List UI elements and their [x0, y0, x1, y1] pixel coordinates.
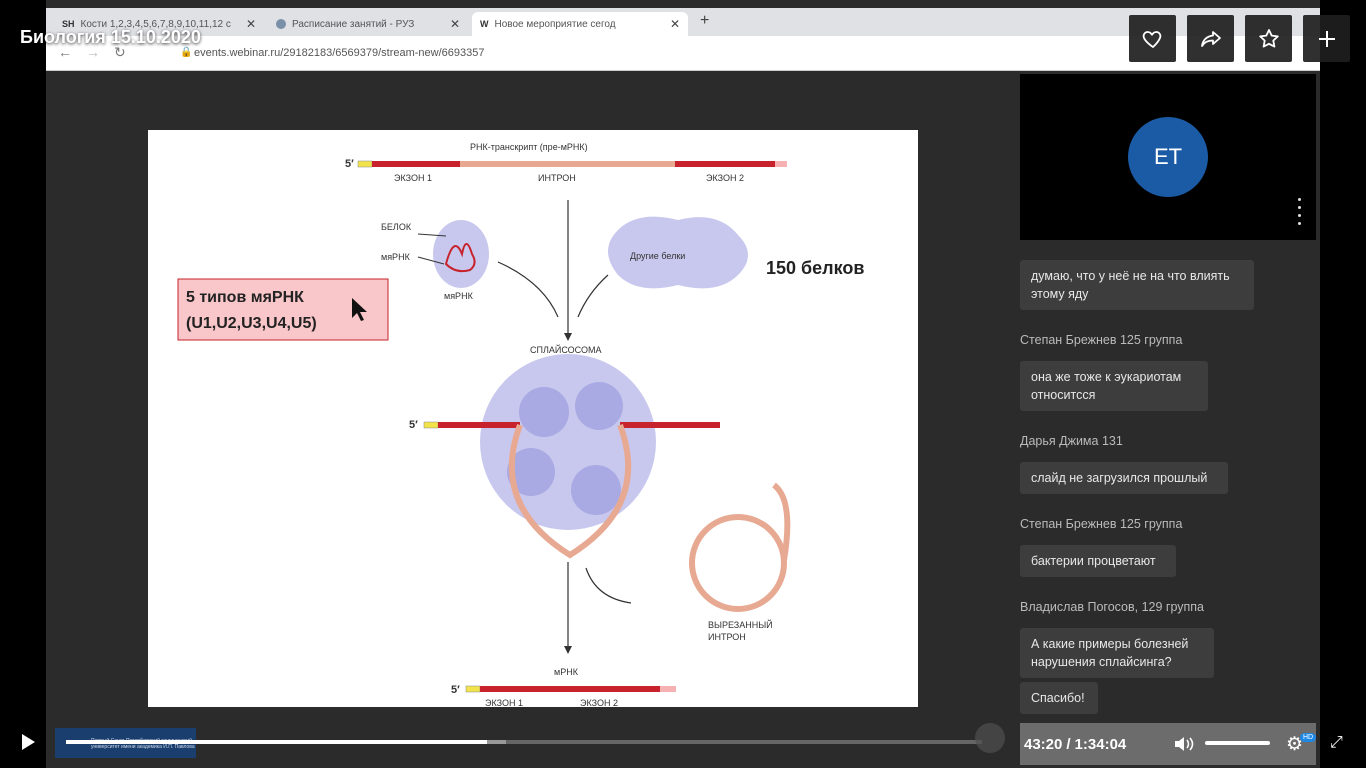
- add-button[interactable]: [1303, 15, 1350, 62]
- splicing-diagram: РНК-транскрипт (пре-мРНК) 5′ ЭКЗОН 1 ИНТ…: [177, 142, 864, 707]
- globe-icon: [276, 19, 286, 29]
- arrow-left-curve: [497, 261, 559, 318]
- spliceosome-subunit-1: [519, 387, 569, 437]
- intron-label: ИНТРОН: [538, 173, 576, 183]
- snrna-below-label: мяРНК: [444, 291, 474, 301]
- exon2-label: ЭКЗОН 2: [706, 173, 744, 183]
- five-prime-cap-3: [465, 685, 481, 693]
- spliceosome: [480, 354, 656, 530]
- plus-icon: [1318, 30, 1335, 47]
- current-time: 43:20: [1024, 736, 1063, 753]
- chat-message: А какие примеры болезней нарушения сплайс…: [1020, 628, 1214, 678]
- more-options-icon[interactable]: [1298, 198, 1302, 230]
- five-prime-label-3: 5′: [451, 684, 460, 696]
- favorite-button[interactable]: [1245, 15, 1292, 62]
- player-controls: Первый Санкт-Петербургский медицинский у…: [0, 720, 1366, 768]
- mrna-bar: [480, 686, 660, 692]
- lock-icon: 🔒: [180, 47, 193, 58]
- time-display-box: 43:20/1:34:04: [1020, 723, 1316, 765]
- volume-slider[interactable]: [1205, 741, 1270, 745]
- played-bar: [66, 740, 488, 744]
- exon1-in-spliceosome: [438, 422, 520, 428]
- cut-intron-label-1: ВЫРЕЗАННЫЙ: [708, 619, 773, 630]
- tab-label: Расписание занятий - РУЗ: [292, 18, 415, 30]
- browser-tab-3: W Новое мероприятие сегод ✕: [472, 12, 688, 36]
- duration: 1:34:04: [1074, 736, 1127, 753]
- exon2-bottom-label: ЭКЗОН 2: [580, 698, 618, 707]
- chat-author: Дарья Джима 131: [1020, 434, 1123, 448]
- close-icon: ✕: [245, 17, 256, 31]
- mrna-tail: [660, 686, 676, 692]
- five-prime-cap-2: [423, 421, 439, 429]
- exon2-in-spliceosome: [620, 422, 720, 428]
- excised-intron-lariat: [689, 514, 787, 612]
- intron-segment: [460, 161, 675, 167]
- fullscreen-icon[interactable]: ⤢: [1330, 734, 1343, 752]
- arrow-head-2: [564, 646, 572, 654]
- avatar: ЕТ: [1128, 117, 1208, 197]
- arrow-head: [564, 333, 572, 341]
- close-icon: ✕: [669, 17, 680, 31]
- speaker-video: ЕТ: [1020, 74, 1316, 240]
- chat-author: Владислав Погосов, 129 группа: [1020, 600, 1205, 614]
- progress-bar[interactable]: [66, 740, 982, 744]
- chat-message: бактерии процветают: [1020, 545, 1176, 577]
- pre-mrna-label: РНК-транскрипт (пре-мРНК): [470, 142, 588, 152]
- presentation-slide: РНК-транскрипт (пре-мРНК) 5′ ЭКЗОН 1 ИНТ…: [148, 130, 918, 707]
- snrna-types-line2: (U1,U2,U3,U4,U5): [186, 315, 317, 332]
- spliceosome-subunit-4: [571, 465, 621, 515]
- arrow-to-lariat: [585, 567, 632, 604]
- chat-author: Степан Брежнев 125 группа: [1020, 517, 1183, 531]
- play-button[interactable]: [22, 734, 35, 750]
- tab-favicon: W: [480, 19, 489, 29]
- chat-message: она же тоже к эукариотам относитсся: [1020, 361, 1208, 411]
- like-button[interactable]: [1129, 15, 1176, 62]
- heart-icon: [1142, 30, 1161, 48]
- other-proteins-label: Другие белки: [630, 251, 685, 261]
- volume-icon[interactable]: [1173, 735, 1195, 753]
- snrna-label: мяРНК: [381, 252, 411, 262]
- exon2-tail: [775, 161, 787, 167]
- mrna-label: мРНК: [554, 667, 579, 677]
- tab-label: Новое мероприятие сегод: [494, 18, 616, 30]
- exon2-segment: [675, 161, 775, 167]
- star-icon: [1258, 28, 1279, 47]
- chat-message: Спасибо!: [1020, 682, 1098, 714]
- video-title: Биология 15.10.2020: [20, 27, 201, 47]
- spliceosome-label: СПЛАЙСОСОМА: [530, 344, 601, 355]
- cut-intron-label-2: ИНТРОН: [708, 632, 746, 642]
- url-text: events.webinar.ru/29182183/6569379/strea…: [194, 47, 485, 59]
- exon1-bottom-label: ЭКЗОН 1: [485, 698, 523, 707]
- five-prime-label-2: 5′: [409, 419, 418, 431]
- new-tab-icon: +: [700, 12, 710, 29]
- protein-count-label: 150 белков: [766, 258, 864, 278]
- chat-panel: думаю, что у неё не на что влиять этому я…: [1020, 252, 1316, 714]
- browser-tab-2: Расписание занятий - РУЗ ✕: [268, 12, 468, 36]
- chat-message: слайд не загрузился прошлый: [1020, 462, 1228, 494]
- hd-badge: HD: [1300, 733, 1317, 742]
- scrub-handle[interactable]: [975, 723, 1005, 753]
- five-prime-cap: [357, 160, 373, 168]
- protein-label: БЕЛОК: [381, 222, 412, 232]
- five-prime-label: 5′: [345, 158, 354, 170]
- chat-author: Степан Брежнев 125 группа: [1020, 333, 1183, 347]
- spliceosome-subunit-2: [575, 382, 623, 430]
- snrna-types-line1: 5 типов мяРНК: [186, 289, 304, 306]
- close-icon: ✕: [449, 17, 460, 31]
- exon1-label: ЭКЗОН 1: [394, 173, 432, 183]
- time-display: 43:20/1:34:04: [1024, 736, 1127, 753]
- chat-message: думаю, что у неё не на что влиять этому я…: [1020, 260, 1254, 310]
- share-icon: [1200, 30, 1221, 47]
- arrow-right-curve: [577, 274, 609, 318]
- share-button[interactable]: [1187, 15, 1234, 62]
- exon1-segment: [372, 161, 460, 167]
